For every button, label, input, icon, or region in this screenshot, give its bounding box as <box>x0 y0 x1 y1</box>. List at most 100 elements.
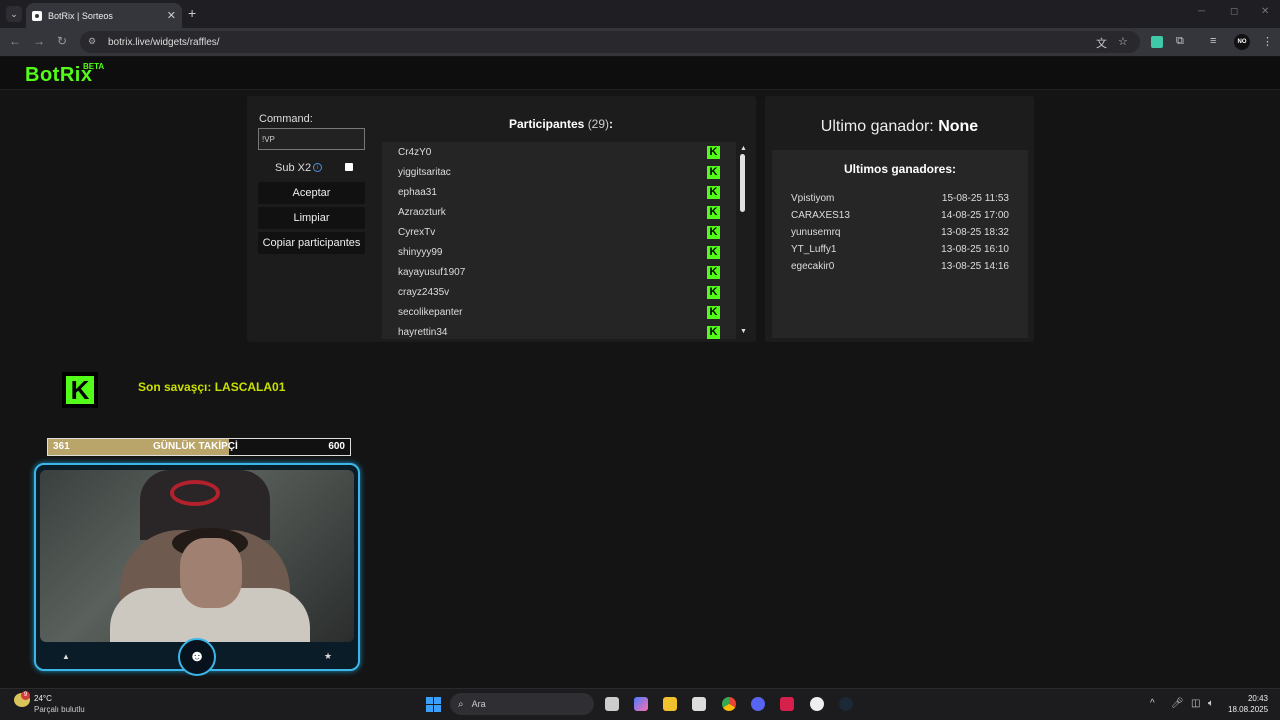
store-icon[interactable] <box>692 697 706 711</box>
profile-avatar[interactable]: NO <box>1234 34 1250 50</box>
participant-row: secolikepanter K <box>382 302 736 322</box>
url-bar[interactable]: ⚙ botrix.live/widgets/raffles/ <box>80 31 1140 53</box>
winner-row: YT_Luffy1 13-08-25 16:10 <box>791 244 1009 255</box>
participant-row: hayrettin34 K <box>382 322 736 339</box>
participant-name: CyrexTv <box>398 226 436 238</box>
forward-icon[interactable]: → <box>33 34 45 48</box>
back-icon[interactable]: ← <box>9 34 21 48</box>
winner-row: egecakir0 13-08-25 14:16 <box>791 261 1009 272</box>
participants-title: Participantes <box>508 117 585 131</box>
star-icon: ★ <box>324 651 333 661</box>
tray-overflow-icon[interactable]: ^ <box>1150 698 1155 709</box>
kick-logo-icon: K <box>62 372 98 408</box>
chrome-icon[interactable] <box>722 697 736 711</box>
follower-goal-target: 600 <box>328 441 345 452</box>
winner-date: 13-08-25 18:32 <box>941 227 1009 238</box>
scroll-up-arrow-icon[interactable]: ▲ <box>740 145 747 152</box>
follower-goal-label: GÜNLÜK TAKİPÇİ <box>153 441 238 452</box>
winner-name: egecakir0 <box>791 261 835 272</box>
participant-row: yiggitsaritac K <box>382 162 736 182</box>
chair-logo <box>170 480 220 506</box>
webcam-feed <box>40 470 354 642</box>
windows-start-icon[interactable] <box>426 697 441 712</box>
scroll-down-arrow-icon[interactable]: ▼ <box>740 328 747 335</box>
beta-badge: BETA <box>83 62 105 71</box>
media-controls-icon[interactable]: ≡ <box>1210 35 1216 47</box>
winner-row: yunusemrq 13-08-25 18:32 <box>791 227 1009 238</box>
info-icon[interactable]: i <box>313 163 322 172</box>
browser-tab-strip: ⌄ BotRix | Sorteos ✕ + ─ ◻ ✕ <box>0 0 1280 28</box>
recent-winners-title: Ultimos ganadores: <box>843 162 957 176</box>
kick-platform-icon: K <box>707 265 720 279</box>
site-info-icon[interactable]: ⚙ <box>88 36 100 48</box>
taskbar-search[interactable]: ⌕ Ara <box>450 693 594 715</box>
site-header <box>0 57 1280 90</box>
bookmark-star-icon[interactable]: ☆ <box>1118 35 1128 48</box>
streamer-avatar-icon: ☻ <box>178 638 216 676</box>
tab-search-dropdown-icon[interactable]: ⌄ <box>6 6 22 22</box>
weather-notification-badge: 9 <box>21 691 30 700</box>
last-warrior-text: Son savaşçı: LASCALA01 <box>138 380 286 394</box>
participant-row: Azraozturk K <box>382 202 736 222</box>
participant-name: ephaa31 <box>398 186 437 198</box>
task-view-icon[interactable] <box>605 697 619 711</box>
discord-icon[interactable] <box>751 697 765 711</box>
accept-button[interactable]: Aceptar <box>258 182 365 204</box>
streamer-face <box>180 538 242 608</box>
new-tab-button[interactable]: + <box>188 5 196 21</box>
translate-icon[interactable]: 文 <box>1096 35 1107 51</box>
sub-x2-checkbox[interactable] <box>345 163 353 171</box>
clear-button[interactable]: Limpiar <box>258 207 365 229</box>
participant-name: kayayusuf1907 <box>398 266 466 278</box>
winner-name: yunusemrq <box>791 227 841 238</box>
participant-name: secolikepanter <box>398 306 463 318</box>
volume-icon[interactable]: 🔈︎ <box>1208 698 1214 709</box>
user-icon: ▲ <box>62 652 70 661</box>
winner-name: YT_Luffy1 <box>791 244 837 255</box>
kick-platform-icon: K <box>707 325 720 339</box>
participants-list[interactable]: Cr4zY0 Kyiggitsaritac Kephaa31 K Azraozturk K… <box>382 142 736 339</box>
winner-name: CARAXES13 <box>791 210 850 221</box>
command-input[interactable] <box>258 128 365 150</box>
scroll-thumb[interactable] <box>740 154 745 212</box>
winner-date: 13-08-25 14:16 <box>941 261 1009 272</box>
browser-tab[interactable]: BotRix | Sorteos ✕ <box>26 3 182 28</box>
reload-icon[interactable]: ↻ <box>57 34 67 48</box>
app-red-icon[interactable] <box>780 697 794 711</box>
obs-icon[interactable] <box>810 697 824 711</box>
participant-row: Cr4zY0 K <box>382 142 736 162</box>
follower-goal-current: 361 <box>53 441 70 452</box>
tab-close-icon[interactable]: ✕ <box>167 9 176 22</box>
file-explorer-icon[interactable] <box>663 697 677 711</box>
search-placeholder: Ara <box>471 699 486 709</box>
participants-colon: : <box>609 117 614 131</box>
participant-name: yiggitsaritac <box>398 166 451 178</box>
menu-kebab-icon[interactable]: ⋮ <box>1262 35 1273 48</box>
close-window-icon[interactable]: ✕ <box>1261 6 1269 17</box>
copilot-icon[interactable] <box>634 697 648 711</box>
winner-date: 15-08-25 11:53 <box>941 193 1009 204</box>
kick-platform-icon: K <box>707 245 720 259</box>
extension-icon[interactable] <box>1151 36 1163 48</box>
microphone-icon[interactable]: 🎤︎ <box>1171 698 1184 709</box>
minimize-icon[interactable]: ─ <box>1198 6 1205 17</box>
weather-condition[interactable]: Parçalı bulutlu <box>34 705 85 714</box>
kick-platform-icon: K <box>707 185 720 199</box>
participant-row: CyrexTv K <box>382 222 736 242</box>
participant-row: kayayusuf1907 K <box>382 262 736 282</box>
follower-goal-bar: 361 GÜNLÜK TAKİPÇİ 600 <box>47 438 351 456</box>
network-icon[interactable]: ◫ <box>1191 698 1200 709</box>
winner-row: Vpistiyom 15-08-25 11:53 <box>791 193 1009 204</box>
participant-name: Cr4zY0 <box>398 146 432 158</box>
kick-platform-icon: K <box>707 145 720 159</box>
clock-time[interactable]: 20:43 <box>1246 694 1268 703</box>
extensions-puzzle-icon[interactable]: ⧉ <box>1176 35 1184 48</box>
temperature[interactable]: 24°C <box>34 694 52 703</box>
copy-participants-button[interactable]: Copiar participantes <box>258 232 365 254</box>
steam-icon[interactable] <box>839 697 853 711</box>
participant-name: shinyyy99 <box>398 246 443 258</box>
winner-date: 13-08-25 16:10 <box>941 244 1009 255</box>
command-label: Command: <box>259 113 313 125</box>
restore-icon[interactable]: ◻ <box>1230 6 1238 17</box>
clock-date[interactable]: 18.08.2025 <box>1228 705 1268 714</box>
